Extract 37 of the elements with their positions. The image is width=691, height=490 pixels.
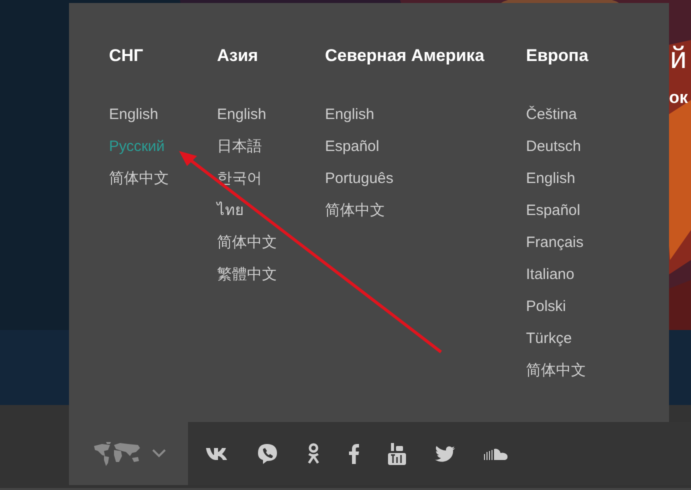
region-title: Северная Америка (325, 46, 484, 66)
language-link[interactable]: ไทย (217, 195, 244, 227)
language-link[interactable]: Türkçe (526, 323, 572, 355)
language-link[interactable]: Français (526, 227, 584, 259)
language-link[interactable]: English (325, 99, 374, 131)
world-map-icon (92, 442, 142, 466)
language-link[interactable]: Čeština (526, 99, 577, 131)
language-button[interactable] (69, 422, 188, 485)
twitter-icon[interactable] (435, 446, 455, 462)
language-link[interactable]: 简体中文 (325, 195, 385, 227)
hero-heading: й (670, 42, 687, 76)
language-link[interactable]: 繁體中文 (217, 259, 277, 291)
language-link[interactable]: English (109, 99, 158, 131)
language-link[interactable]: 简体中文 (217, 227, 277, 259)
language-link[interactable]: English (217, 99, 266, 131)
language-link[interactable]: 日本語 (217, 131, 262, 163)
language-link[interactable]: Português (325, 163, 394, 195)
language-link[interactable]: Español (325, 131, 380, 163)
chevron-down-icon (152, 449, 166, 458)
language-link[interactable]: Deutsch (526, 131, 582, 163)
region-title: Европа (526, 46, 588, 66)
language-link[interactable]: Polski (526, 291, 566, 323)
soundcloud-icon[interactable] (484, 448, 508, 460)
hero-subheading: ок (669, 88, 688, 108)
viber-icon[interactable] (257, 442, 278, 464)
language-link[interactable]: 简体中文 (109, 163, 169, 195)
region-title: СНГ (109, 46, 144, 66)
facebook-icon[interactable] (349, 444, 359, 464)
odnoklassniki-icon[interactable] (307, 442, 320, 464)
vk-icon[interactable] (206, 447, 228, 460)
language-link[interactable]: 简体中文 (526, 355, 586, 387)
language-link[interactable]: 한국어 (217, 163, 262, 195)
language-link[interactable]: Español (526, 195, 580, 227)
language-link[interactable]: English (526, 163, 576, 195)
language-link[interactable]: Italiano (526, 259, 574, 291)
youtube-icon[interactable] (388, 442, 406, 464)
region-title: Азия (217, 46, 258, 66)
